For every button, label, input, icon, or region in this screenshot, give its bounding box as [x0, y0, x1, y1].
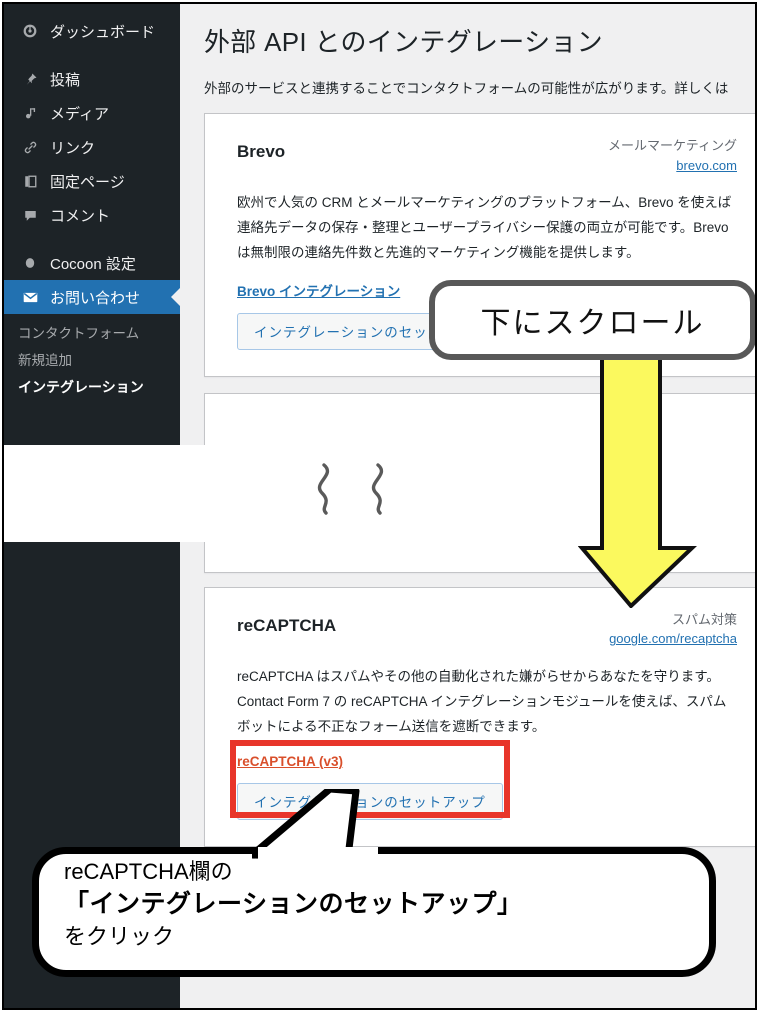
- sidebar-item-comments[interactable]: コメント: [4, 198, 180, 232]
- sidebar-item-label: コメント: [50, 207, 111, 225]
- callout-line-1: reCAPTCHA欄の: [64, 859, 233, 884]
- card-body-text: reCAPTCHA はスパムやその他の自動化された嫌がらせからあなたを守ります。…: [237, 668, 727, 734]
- sidebar-item-label: ダッシュボード: [50, 23, 156, 41]
- card-title: Brevo: [237, 142, 286, 161]
- sidebar-subitem-contact-forms[interactable]: コンタクトフォーム: [4, 320, 180, 347]
- sidebar-item-label: 投稿: [50, 71, 81, 89]
- card-category: スパム対策: [671, 611, 737, 627]
- browser-frame: ダッシュボード 投稿 メディア リンク 固定ページ コメント Cocoon 設定…: [2, 2, 757, 1010]
- card-meta: メールマーケティング brevo.com: [557, 136, 737, 175]
- mail-icon: [18, 287, 42, 307]
- callout-line-2: 「インテグレーションのセットアップ」: [64, 890, 523, 919]
- sidebar-item-media[interactable]: メディア: [4, 96, 180, 130]
- sidebar-item-label: 固定ページ: [50, 173, 125, 191]
- click-instruction-callout: reCAPTCHA欄の 「インテグレーションのセットアップ」 をクリック: [32, 789, 716, 977]
- sidebar-item-label: メディア: [50, 105, 109, 123]
- cut-squiggle-marks: [318, 463, 384, 515]
- scroll-instruction-bubble: 下にスクロール: [429, 280, 755, 360]
- page-description: 外部のサービスと連携することでコンタクトフォームの可能性が広がります。詳しくは: [204, 81, 729, 96]
- down-arrow-annotation: [578, 356, 698, 608]
- card-category: メールマーケティング: [608, 138, 737, 153]
- screenshot-root: ダッシュボード 投稿 メディア リンク 固定ページ コメント Cocoon 設定…: [0, 0, 773, 1024]
- card-body-text: 欧州で人気の CRM とメールマーケティングのプラットフォーム、Brevo を使…: [237, 195, 732, 260]
- sidebar-item-label: リンク: [50, 139, 96, 157]
- card-meta: スパム対策 google.com/recaptcha: [557, 610, 737, 649]
- dashboard-icon: [18, 21, 42, 41]
- sidebar-subitem-add-new[interactable]: 新規追加: [4, 347, 180, 374]
- sidebar-subitem-integration[interactable]: インテグレーション: [4, 374, 180, 401]
- sidebar-item-links[interactable]: リンク: [4, 130, 180, 164]
- callout-line-3: をクリック: [64, 923, 175, 949]
- callout-text: reCAPTCHA欄の 「インテグレーションのセットアップ」 をクリック: [64, 857, 698, 952]
- sidebar-item-label: Cocoon 設定: [50, 255, 136, 273]
- media-icon: [18, 103, 42, 123]
- pin-icon: [18, 69, 42, 89]
- card-title: reCAPTCHA: [237, 615, 337, 635]
- page-title: 外部 API とのインテグレーション: [204, 27, 603, 57]
- card-header: reCAPTCHA スパム対策 google.com/recaptcha: [237, 610, 737, 649]
- sidebar-item-cocoon-settings[interactable]: Cocoon 設定: [4, 246, 180, 280]
- scroll-instruction-text: 下にスクロール: [480, 307, 705, 340]
- cocoon-icon: [18, 253, 42, 273]
- sidebar-item-pages[interactable]: 固定ページ: [4, 164, 180, 198]
- sidebar-item-label: お問い合わせ: [50, 289, 141, 307]
- comment-icon: [18, 205, 42, 225]
- card-url-link[interactable]: brevo.com: [557, 156, 737, 176]
- card-header: Brevo メールマーケティング brevo.com: [237, 136, 737, 175]
- sidebar-item-posts[interactable]: 投稿: [4, 62, 180, 96]
- card-url-link[interactable]: google.com/recaptcha: [557, 629, 737, 649]
- sidebar-item-contact[interactable]: お問い合わせ: [4, 280, 180, 314]
- sidebar-item-dashboard[interactable]: ダッシュボード: [4, 14, 180, 48]
- brevo-integration-link[interactable]: Brevo インテグレーション: [237, 280, 400, 300]
- page-icon: [18, 171, 42, 191]
- link-icon: [18, 137, 42, 157]
- callout-tail: [252, 789, 378, 859]
